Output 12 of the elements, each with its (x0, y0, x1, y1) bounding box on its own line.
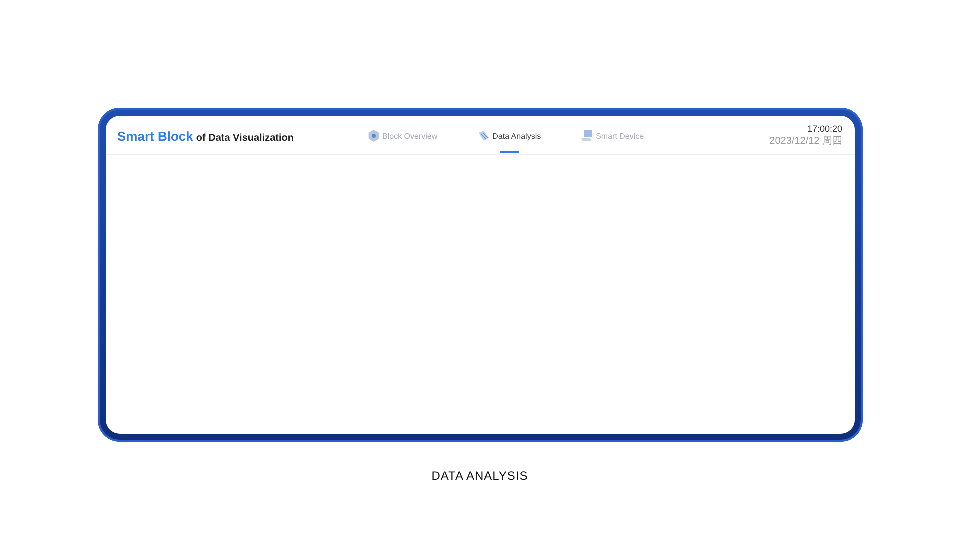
stripes-icon (478, 130, 490, 142)
nav-tab[interactable]: Block Overview (368, 126, 438, 146)
caption: DATA ANALYSIS (432, 469, 528, 483)
clock-time: 17:00:20 (807, 124, 842, 134)
hexagon-icon (368, 130, 380, 142)
clock-date: 2023/12/12 周四 (770, 135, 842, 148)
nav-tab[interactable]: Smart Device (581, 126, 644, 146)
app-title: Smart Block (118, 128, 194, 144)
active-tab-indicator (500, 151, 520, 153)
laptop-icon (581, 130, 594, 142)
app-subtitle: of Data Visualization (196, 132, 294, 144)
nav-tab[interactable]: Data Analysis (478, 126, 542, 146)
